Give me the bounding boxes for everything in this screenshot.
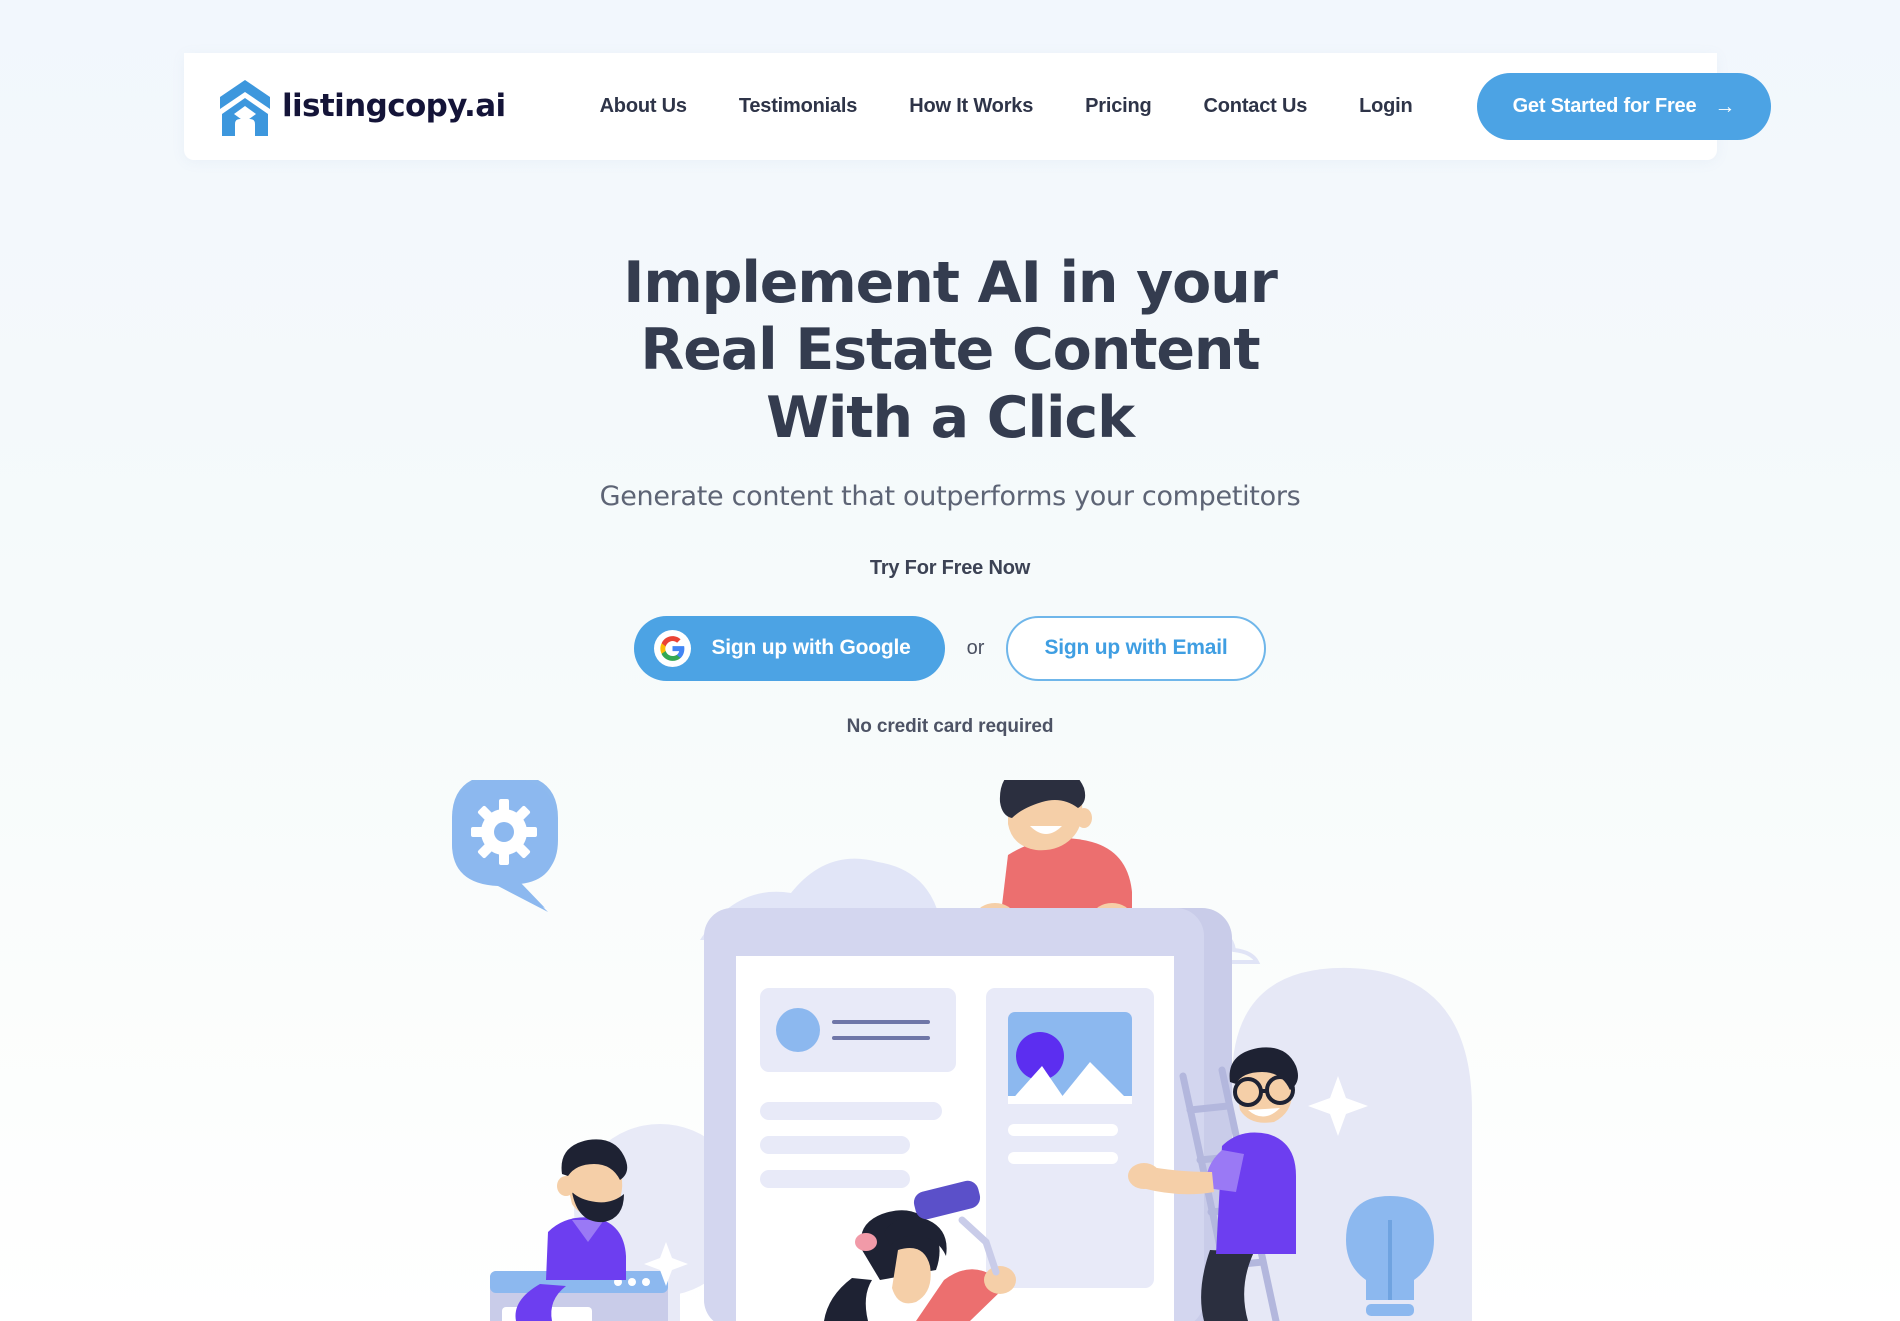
title-line-1: Implement AI in your — [623, 250, 1278, 316]
title-line-3: With a Click — [766, 384, 1135, 451]
nav-item-login[interactable]: Login — [1333, 95, 1438, 118]
brand-name: listingcopy.ai — [282, 88, 506, 124]
get-started-button[interactable]: Get Started for Free → — [1476, 73, 1772, 140]
arrow-right-icon: → — [1714, 95, 1736, 118]
site-header: listingcopy.ai About Us Testimonials How… — [184, 53, 1772, 160]
try-for-free-label: Try For Free Now — [869, 556, 1031, 579]
get-started-label: Get Started for Free — [1512, 95, 1697, 117]
brand-logo[interactable]: listingcopy.ai — [218, 78, 506, 136]
hero-subtitle: Generate content that outperforms your c… — [599, 480, 1301, 512]
main-navigation: About Us Testimonials How It Works Prici… — [600, 95, 1439, 118]
sign-up-email-label: Sign up with Email — [1044, 636, 1228, 660]
tablet-device — [704, 908, 1232, 1321]
gear-bubble-group — [452, 780, 556, 912]
hero-illustration — [0, 780, 1900, 1321]
title-line-2: Real Estate Content — [640, 317, 1260, 384]
signup-buttons-row: Sign up with Google or Sign up with Emai… — [0, 615, 1900, 681]
no-credit-card-note: No credit card required — [846, 715, 1054, 737]
nav-item-contact-us[interactable]: Contact Us — [1178, 95, 1334, 118]
nav-item-about-us[interactable]: About Us — [600, 95, 713, 118]
nav-item-pricing[interactable]: Pricing — [1059, 95, 1177, 118]
house-logo-icon — [220, 79, 270, 136]
sign-up-google-label: Sign up with Google — [711, 636, 911, 660]
nav-item-how-it-works[interactable]: How It Works — [883, 95, 1059, 118]
sign-up-with-google-button[interactable]: Sign up with Google — [634, 615, 945, 681]
nav-item-testimonials[interactable]: Testimonials — [713, 95, 883, 118]
gear-icon — [471, 799, 537, 865]
hero-section: Implement AI in your Real Estate Content… — [0, 250, 1900, 738]
page-title: Implement AI in your Real Estate Content… — [0, 250, 1900, 452]
sign-up-with-email-button[interactable]: Sign up with Email — [1006, 615, 1266, 681]
person-red-shirt — [976, 780, 1132, 929]
or-separator-label: or — [966, 636, 985, 659]
illustration-svg — [452, 780, 1472, 1321]
google-g-icon — [654, 629, 692, 667]
